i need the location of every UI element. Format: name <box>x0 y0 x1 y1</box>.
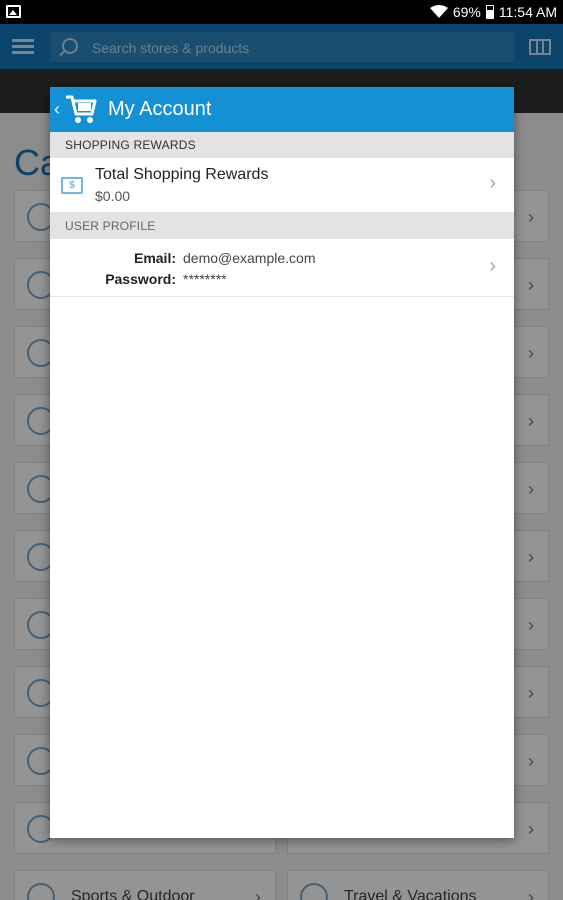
shopping-cart-icon <box>66 95 97 123</box>
my-account-dialog: ‹ My Account SHOPPING REWARDS $ Total Sh… <box>50 87 514 838</box>
password-value: ******** <box>183 271 227 287</box>
total-shopping-rewards-row[interactable]: $ Total Shopping Rewards $0.00 › <box>50 158 514 213</box>
gallery-notification-icon <box>6 5 21 18</box>
email-label: Email: <box>133 250 176 266</box>
section-header-user-profile: USER PROFILE <box>50 213 514 239</box>
section-header-shopping-rewards: SHOPPING REWARDS <box>50 132 514 158</box>
wifi-icon <box>429 5 448 18</box>
dialog-title: My Account <box>108 98 212 120</box>
battery-percent: 69% <box>452 4 481 20</box>
user-profile-row[interactable]: Email: demo@example.com Password: ******… <box>50 239 514 297</box>
clock-time: 11:54 AM <box>498 4 557 20</box>
chevron-right-icon: › <box>489 255 496 277</box>
dollar-bill-icon: $ <box>61 177 83 194</box>
back-chevron-icon[interactable]: ‹ <box>54 99 60 120</box>
rewards-value: $0.00 <box>95 188 131 204</box>
dialog-header[interactable]: ‹ My Account <box>50 87 514 132</box>
battery-icon <box>485 5 494 19</box>
password-label: Password: <box>105 271 176 287</box>
email-value: demo@example.com <box>183 250 316 266</box>
rewards-title: Total Shopping Rewards <box>95 166 269 183</box>
status-bar: 69% 11:54 AM <box>0 0 563 24</box>
chevron-right-icon: › <box>489 172 496 194</box>
